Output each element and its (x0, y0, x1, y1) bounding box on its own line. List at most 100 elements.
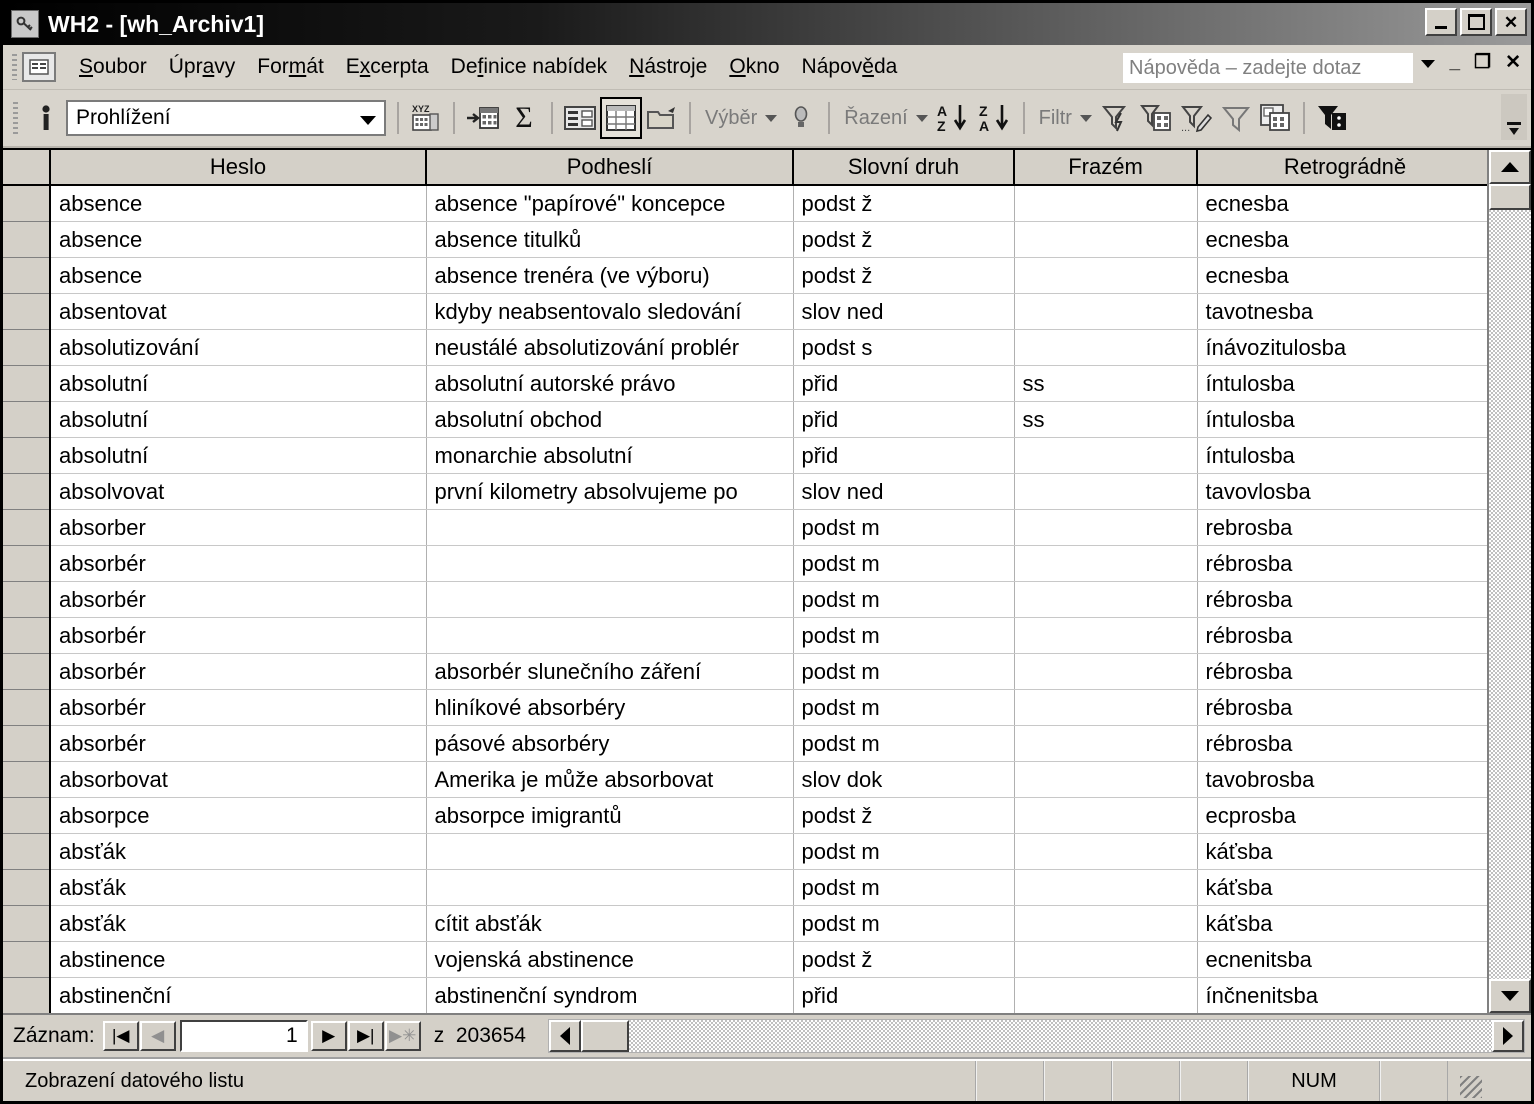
table-cell[interactable] (1014, 869, 1198, 906)
table-cell[interactable]: absorpce imigrantů (426, 797, 794, 834)
help-search-input[interactable]: Nápověda – zadejte dotaz (1123, 53, 1413, 83)
edit-filter-icon[interactable]: ... (1176, 97, 1216, 139)
table-cell[interactable]: absence titulků (426, 221, 794, 258)
minimize-button[interactable] (1425, 8, 1457, 36)
close-button[interactable]: ✕ (1495, 8, 1527, 36)
table-cell[interactable]: absorbér (50, 653, 427, 690)
table-cell[interactable]: káťsba (1197, 833, 1487, 870)
table-cell[interactable]: absence "papírové" koncepce (426, 185, 794, 222)
vertical-scroll-thumb[interactable] (1489, 184, 1531, 210)
table-cell[interactable]: podst m (793, 869, 1015, 906)
menu-item-nastroje[interactable]: Nástroje (618, 51, 718, 83)
table-cell[interactable]: vojenská abstinence (426, 941, 794, 978)
table-cell[interactable] (1014, 221, 1198, 258)
table-cell[interactable]: první kilometry absolvujeme po (426, 473, 794, 510)
horizontal-scroll-thumb[interactable] (580, 1020, 629, 1052)
table-cell[interactable]: ecprosba (1197, 797, 1487, 834)
table-cell[interactable]: podst m (793, 509, 1015, 546)
table-cell[interactable] (426, 617, 794, 654)
table-cell[interactable]: cítit absťák (426, 905, 794, 942)
table-cell[interactable]: podst m (793, 833, 1015, 870)
table-row[interactable]: absolutní absolutní obchod přid ss íntulosba (3, 401, 1487, 438)
table-cell[interactable]: ss (1014, 365, 1198, 402)
row-selector[interactable] (3, 833, 51, 870)
table-cell[interactable]: ecnesba (1197, 185, 1487, 222)
table-cell[interactable]: abstinenční syndrom (426, 977, 794, 1013)
table-cell[interactable]: podst m (793, 905, 1015, 942)
table-cell[interactable]: slov dok (793, 761, 1015, 798)
table-cell[interactable] (1014, 509, 1198, 546)
scroll-right-button[interactable] (1492, 1020, 1524, 1052)
view-select[interactable]: Prohlížení (66, 100, 386, 136)
table-cell[interactable]: absolutní (50, 365, 427, 402)
advanced-filter-icon[interactable] (1256, 97, 1296, 139)
table-cell[interactable]: přid (793, 977, 1015, 1013)
table-cell[interactable]: tavobrosba (1197, 761, 1487, 798)
table-cell[interactable]: podst m (793, 689, 1015, 726)
table-cell[interactable]: podst ž (793, 221, 1015, 258)
maximize-button[interactable] (1460, 8, 1492, 36)
scroll-down-button[interactable] (1489, 979, 1531, 1013)
table-cell[interactable]: slov ned (793, 473, 1015, 510)
table-cell[interactable]: íntulosba (1197, 437, 1487, 474)
column-header-slovni-druh[interactable]: Slovní druh (793, 150, 1015, 186)
table-cell[interactable]: podst ž (793, 941, 1015, 978)
table-cell[interactable] (1014, 941, 1198, 978)
table-cell[interactable] (1014, 329, 1198, 366)
table-row[interactable]: absence absence "papírové" koncepce podst … (3, 185, 1487, 222)
column-header-frazem[interactable]: Frazém (1014, 150, 1198, 186)
filter-black-icon[interactable] (1312, 97, 1352, 139)
table-row[interactable]: absorbér hliníkové absorbéry podst m rébros… (3, 689, 1487, 726)
table-cell[interactable] (1014, 689, 1198, 726)
table-cell[interactable]: ss (1014, 401, 1198, 438)
table-cell[interactable]: přid (793, 401, 1015, 438)
table-row[interactable]: absolutní absolutní autorské právo přid ss í… (3, 365, 1487, 402)
mdi-restore-button[interactable]: ❐ (1474, 53, 1491, 72)
table-cell[interactable] (426, 833, 794, 870)
table-cell[interactable] (1014, 617, 1198, 654)
table-row[interactable]: absolvovat první kilometry absolvujeme po… (3, 473, 1487, 510)
table-cell[interactable]: přid (793, 365, 1015, 402)
row-selector[interactable] (3, 329, 51, 366)
table-cell[interactable]: přid (793, 437, 1015, 474)
table-cell[interactable] (1014, 797, 1198, 834)
table-cell[interactable] (1014, 761, 1198, 798)
toolbar-overflow-button[interactable] (1501, 94, 1527, 140)
table-row[interactable]: absorbér podst m rébrosba (3, 617, 1487, 654)
table-cell[interactable]: absorbér (50, 581, 427, 618)
table-cell[interactable]: abstinenční (50, 977, 427, 1013)
new-object-icon[interactable] (642, 97, 682, 139)
table-row[interactable]: absorbér absorbér slunečního záření podst … (3, 653, 1487, 690)
table-cell[interactable]: ecnenitsba (1197, 941, 1487, 978)
row-selector[interactable] (3, 473, 51, 510)
row-selector[interactable] (3, 653, 51, 690)
apply-filter-icon[interactable] (1096, 97, 1136, 139)
table-cell[interactable]: rebrosba (1197, 509, 1487, 546)
table-cell[interactable]: absentovat (50, 293, 427, 330)
table-cell[interactable] (1014, 581, 1198, 618)
sort-button[interactable]: Řazení (837, 97, 931, 139)
row-selector[interactable] (3, 581, 51, 618)
menu-item-napoveda[interactable]: Nápověda (791, 51, 909, 83)
datasheet-grid[interactable]: Heslo Podheslí Slovní druh Frazém Retrog… (3, 150, 1487, 1013)
row-selector[interactable] (3, 221, 51, 258)
table-cell[interactable]: podst ž (793, 257, 1015, 294)
chevron-down-icon[interactable] (1421, 60, 1435, 68)
row-selector[interactable] (3, 437, 51, 474)
table-cell[interactable] (1014, 185, 1198, 222)
table-cell[interactable] (1014, 473, 1198, 510)
table-cell[interactable]: absorpce (50, 797, 427, 834)
table-cell[interactable]: káťsba (1197, 905, 1487, 942)
table-row[interactable]: absorbér podst m rébrosba (3, 581, 1487, 618)
table-cell[interactable]: íntulosba (1197, 365, 1487, 402)
table-cell[interactable]: podst m (793, 725, 1015, 762)
table-cell[interactable]: rébrosba (1197, 653, 1487, 690)
table-row[interactable]: absorbovat Amerika je může absorbovat slov… (3, 761, 1487, 798)
row-selector[interactable] (3, 689, 51, 726)
table-row[interactable]: absolutní monarchie absolutní přid íntulosb… (3, 437, 1487, 474)
table-row[interactable]: absorpce absorpce imigrantů podst ž ecprosb… (3, 797, 1487, 834)
table-cell[interactable] (426, 581, 794, 618)
vertical-scrollbar[interactable] (1487, 150, 1531, 1013)
first-record-button[interactable]: |◀ (102, 1021, 139, 1051)
resize-grip[interactable] (1448, 1061, 1486, 1101)
